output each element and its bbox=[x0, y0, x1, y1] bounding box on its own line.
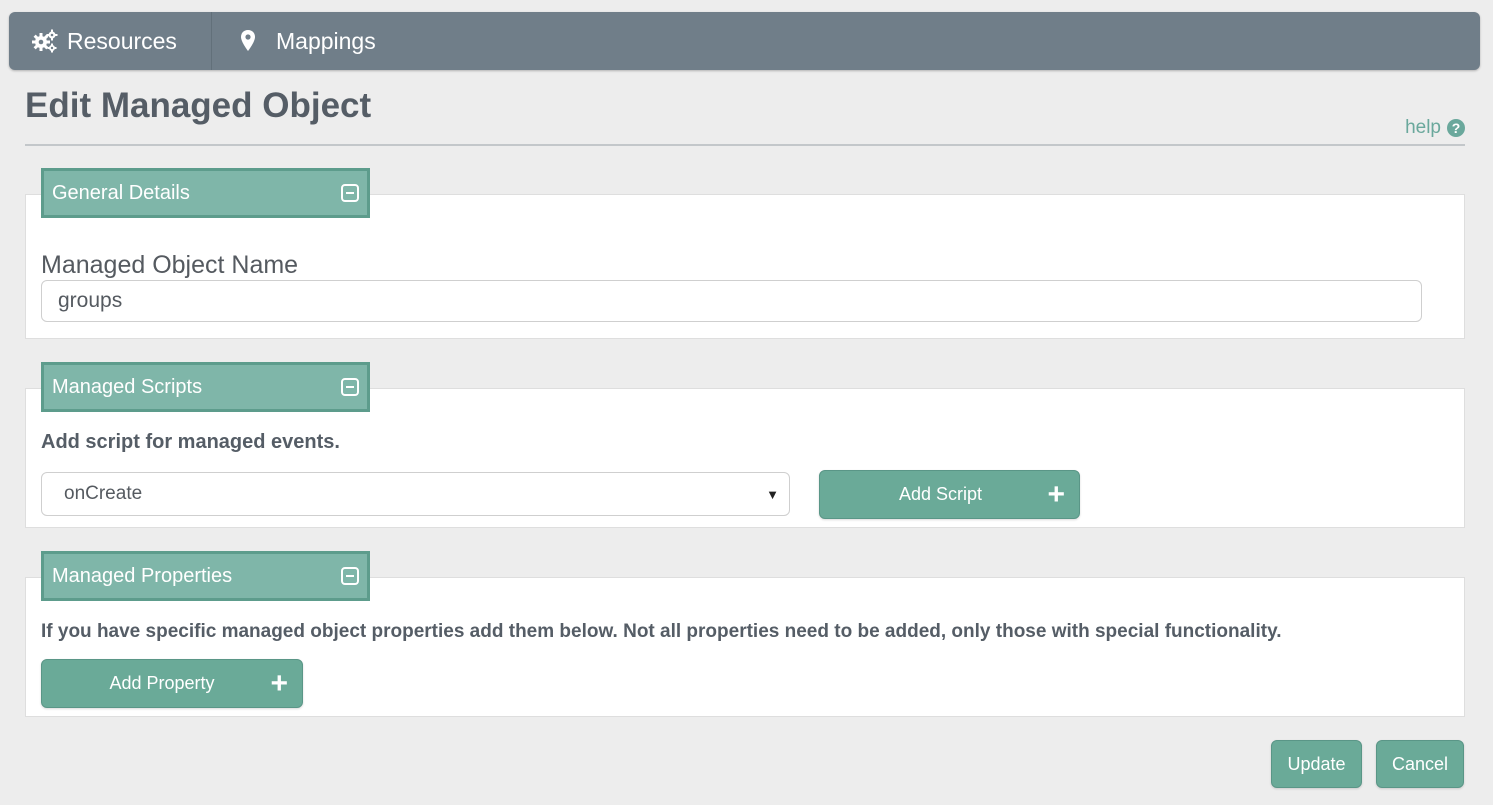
add-script-label: Add Script bbox=[898, 484, 983, 504]
collapse-icon[interactable] bbox=[341, 184, 359, 202]
add-property-label: Add Property bbox=[109, 673, 215, 693]
managed-properties-description: If you have specific managed object prop… bbox=[41, 621, 1282, 642]
managed-scripts-description: Add script for managed events. bbox=[41, 431, 340, 453]
managed-scripts-title: Managed Scripts bbox=[52, 375, 203, 398]
nav-resources[interactable]: Resources bbox=[9, 12, 212, 70]
add-script-button[interactable]: Add Script + bbox=[819, 470, 1080, 519]
collapse-icon[interactable] bbox=[341, 567, 359, 585]
nav-mappings[interactable]: Mappings bbox=[212, 12, 376, 70]
add-property-button[interactable]: Add Property + bbox=[41, 659, 303, 708]
managed-object-name-label: Managed Object Name bbox=[41, 251, 299, 279]
general-details-header[interactable]: General Details bbox=[41, 168, 370, 218]
managed-scripts-header[interactable]: Managed Scripts bbox=[41, 362, 370, 412]
help-icon: ? bbox=[1447, 119, 1465, 137]
managed-properties-header[interactable]: Managed Properties bbox=[41, 551, 370, 601]
cancel-button[interactable]: Cancel bbox=[1376, 740, 1464, 788]
caret-down-icon: ▼ bbox=[766, 486, 779, 502]
nav-resources-label: Resources bbox=[67, 27, 177, 54]
map-marker-icon bbox=[234, 27, 262, 55]
help-link[interactable]: help ? bbox=[1405, 117, 1465, 139]
script-event-selected: onCreate bbox=[64, 483, 143, 504]
cancel-label: Cancel bbox=[1391, 753, 1449, 774]
update-button[interactable]: Update bbox=[1271, 740, 1362, 788]
managed-properties-title: Managed Properties bbox=[52, 564, 233, 587]
top-navbar: Resources Mappings bbox=[9, 12, 1480, 70]
collapse-icon[interactable] bbox=[341, 378, 359, 396]
title-divider bbox=[25, 144, 1465, 146]
script-event-select[interactable]: onCreate ▼ bbox=[41, 472, 790, 516]
general-details-title: General Details bbox=[52, 181, 190, 204]
plus-icon: + bbox=[270, 666, 288, 700]
nav-mappings-label: Mappings bbox=[276, 27, 376, 54]
help-label: help bbox=[1405, 117, 1441, 138]
gears-icon bbox=[31, 27, 59, 55]
page-title: Edit Managed Object bbox=[25, 86, 372, 125]
plus-icon: + bbox=[1047, 477, 1065, 511]
update-label: Update bbox=[1287, 753, 1346, 774]
managed-object-name-input[interactable] bbox=[41, 280, 1422, 322]
